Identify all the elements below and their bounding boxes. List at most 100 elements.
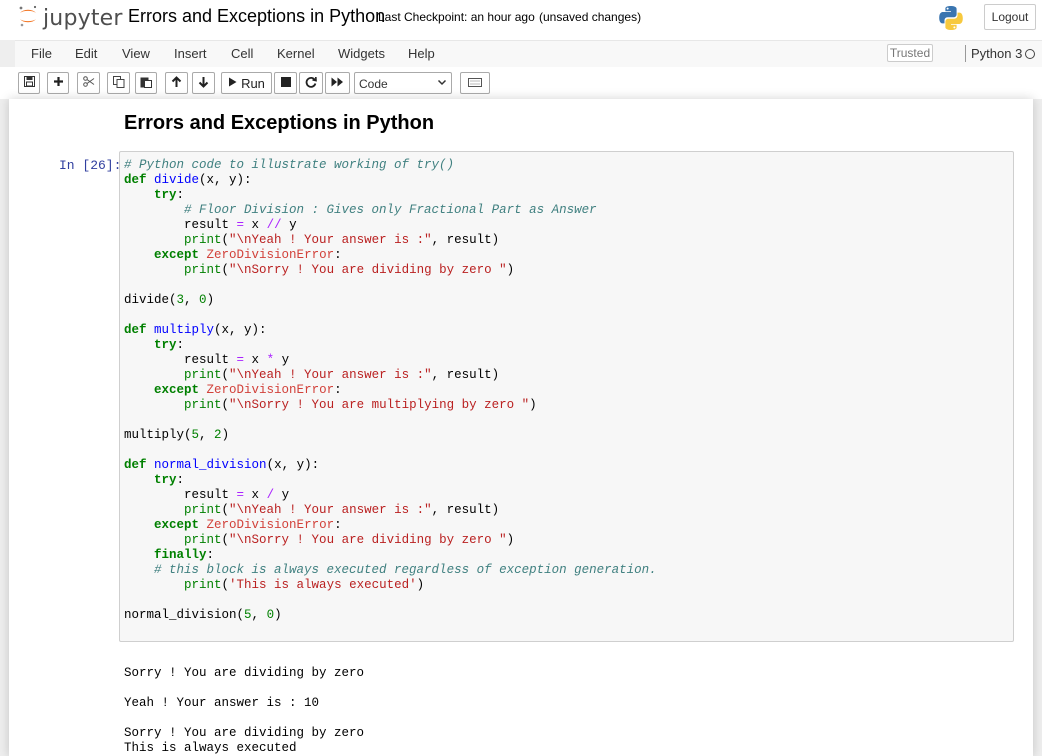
code-token: except [154,383,200,397]
run-label: Run [241,75,265,91]
jupyter-logo-text: jupyter [43,5,123,31]
code-token: ( [221,578,230,592]
code-line: try: [124,473,657,488]
code-token: 5 [244,608,252,622]
code-token: "\nYeah ! Your answer is :" [229,233,432,247]
markdown-heading[interactable]: Errors and Exceptions in Python [124,112,434,135]
keyboard-icon [468,76,482,90]
copy-button[interactable] [107,72,130,94]
menu-view[interactable]: View [122,46,150,61]
code-line: print("\nYeah ! Your answer is :", resul… [124,368,657,383]
code-token: result [124,353,237,367]
insert-cell-button[interactable] [47,72,69,94]
code-token: ZeroDivisionError [206,248,335,262]
save-button[interactable] [18,72,40,94]
code-line: result = x // y [124,218,657,233]
restart-kernel-button[interactable] [299,72,323,94]
restart-run-all-button[interactable] [325,72,350,94]
interrupt-button[interactable] [274,72,297,94]
menu-help[interactable]: Help [408,46,435,61]
menu-insert[interactable]: Insert [174,46,207,61]
code-token: , result) [431,503,500,517]
code-token: normal_division( [124,608,245,622]
code-token: # Floor Division : Gives only Fractional… [184,203,597,217]
code-token: def [124,458,147,472]
move-down-button[interactable] [192,72,215,94]
code-token: x [244,488,267,502]
code-token: def [124,323,147,337]
kernel-name[interactable]: Python 3 [971,46,1022,61]
menu-kernel[interactable]: Kernel [277,46,315,61]
code-line: except ZeroDivisionError: [124,248,657,263]
code-token: : [334,518,342,532]
code-token: ( [221,233,230,247]
code-cell-editor[interactable]: # Python code to illustrate working of t… [119,151,1014,642]
code-token: 3 [176,293,185,307]
code-token: // [266,218,282,232]
move-up-button[interactable] [165,72,188,94]
code-token: : [206,548,215,562]
code-block[interactable]: # Python code to illustrate working of t… [124,158,657,623]
jupyter-logo[interactable]: jupyter [18,3,123,33]
header: jupyter Errors and Exceptions in Python … [0,0,1042,40]
code-token: print [184,368,222,382]
code-token: ) [274,608,282,622]
menu-file[interactable]: File [31,46,52,61]
code-token: : [334,383,342,397]
code-line: def divide(x, y): [124,173,657,188]
code-line: def normal_division(x, y): [124,458,657,473]
menu-cell[interactable]: Cell [231,46,253,61]
output-line: Sorry ! You are dividing by zero [124,666,365,680]
code-line: def multiply(x, y): [124,323,657,338]
code-token: , result) [431,368,500,382]
code-token: : [176,188,185,202]
code-token: ( [221,398,230,412]
logout-button[interactable]: Logout [984,4,1036,30]
code-token: finally [154,548,207,562]
code-line: result = x * y [124,353,657,368]
notebook-title[interactable]: Errors and Exceptions in Python [128,6,385,27]
stop-icon [280,76,291,90]
output-line: Sorry ! You are dividing by zero [124,726,365,740]
run-button[interactable]: Run [221,72,272,94]
code-line: multiply(5, 2) [124,428,657,443]
code-token: try [154,188,177,202]
code-token: 0 [199,293,207,307]
code-token: ) [529,398,537,412]
code-token: ( [221,263,230,277]
paste-button[interactable] [135,72,157,94]
code-token: result [124,488,237,502]
code-token: ( [221,503,230,517]
fast-forward-icon [331,76,344,90]
code-token: try [154,473,177,487]
trusted-indicator[interactable]: Trusted [887,44,933,62]
code-token: divide [154,173,200,187]
menu-widgets[interactable]: Widgets [338,46,385,61]
code-token: ( [221,533,230,547]
code-token: (x, y): [214,323,267,337]
cell-type-select[interactable]: Code [354,72,452,94]
toolbar: Run Code [0,67,1042,99]
command-palette-button[interactable] [460,72,490,94]
menu-edit[interactable]: Edit [75,46,97,61]
code-token: x [244,353,267,367]
code-token: "\nYeah ! Your answer is :" [229,368,432,382]
cut-button[interactable] [77,72,100,94]
